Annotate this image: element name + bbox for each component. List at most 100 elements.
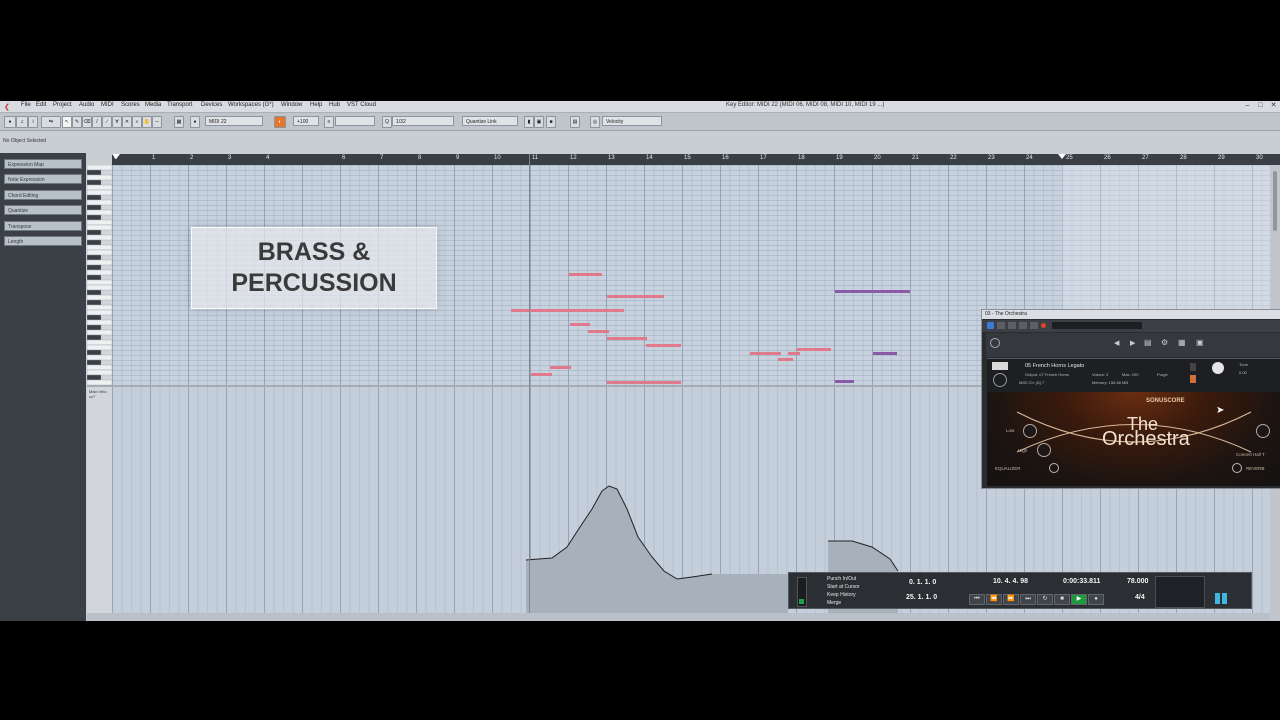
white-key[interactable] [86, 184, 113, 191]
rewind-icon[interactable]: ⏪ [986, 594, 1002, 605]
midi-note[interactable] [569, 273, 602, 276]
left-locator-marker[interactable] [112, 154, 120, 159]
listen-icon[interactable]: ♫ [16, 116, 28, 128]
inspector-chord-editing[interactable]: Chord Editing [4, 190, 82, 200]
go-to-start-icon[interactable]: ⏮ [969, 594, 985, 605]
tune-knob[interactable] [1212, 362, 1224, 374]
close-icon[interactable]: ✕ [1269, 102, 1278, 110]
midi-note[interactable] [511, 309, 624, 312]
line-tool-icon[interactable]: / [92, 116, 102, 128]
inspector-expression-map[interactable]: Expression Map [4, 159, 82, 169]
pointer-tool-icon[interactable]: ↖ [62, 116, 72, 128]
settings-icon[interactable] [1030, 322, 1038, 329]
value-field[interactable]: +100 [293, 116, 319, 126]
punch-in-out[interactable]: Punch In/Out [827, 576, 856, 582]
menu-help[interactable]: Help [310, 102, 322, 108]
black-key[interactable] [86, 229, 102, 236]
black-key[interactable] [86, 194, 102, 201]
equalizer-toggle[interactable] [1049, 463, 1059, 473]
plugin-window-title[interactable]: 03 - The Orchestra [982, 310, 1280, 319]
white-key[interactable] [86, 364, 113, 371]
midi-note[interactable] [588, 330, 609, 333]
black-key[interactable] [86, 349, 102, 356]
preset-field[interactable] [1052, 322, 1142, 329]
maximize-icon[interactable]: □ [1256, 102, 1265, 110]
midi-note[interactable] [797, 348, 831, 351]
menu-edit[interactable]: Edit [36, 102, 46, 108]
white-key[interactable] [86, 344, 113, 351]
instrument-name[interactable]: 05 French Horns Legato [1025, 363, 1084, 369]
white-key[interactable] [86, 319, 113, 326]
white-key[interactable] [86, 249, 113, 256]
white-key[interactable] [86, 219, 113, 226]
save-icon[interactable]: ▤ [1144, 338, 1152, 347]
menu-project[interactable]: Project [53, 102, 72, 108]
solo-icon[interactable]: ● [4, 116, 16, 128]
stop-icon[interactable]: ■ [1054, 594, 1070, 605]
nudge-icon[interactable]: ≡ [324, 116, 334, 128]
autoscroll-icon[interactable]: ⇆ [41, 116, 61, 128]
menu-audio[interactable]: Audio [79, 102, 94, 108]
menu-scores[interactable]: Scores [121, 102, 140, 108]
white-key[interactable] [86, 309, 113, 316]
inspector-transpose[interactable]: Transpose [4, 221, 82, 231]
lock-icon[interactable]: ● [190, 116, 200, 128]
draw-tool-icon[interactable]: ✎ [72, 116, 82, 128]
play-icon[interactable]: ▶ [1071, 594, 1087, 605]
black-key[interactable] [86, 169, 102, 176]
position-bars[interactable]: 10. 4. 4. 98 [993, 578, 1028, 585]
menu-file[interactable]: File [21, 102, 31, 108]
white-key[interactable] [86, 284, 113, 291]
horizontal-scrollbar[interactable] [87, 613, 1270, 621]
length-field[interactable] [335, 116, 375, 126]
erase-tool-icon[interactable]: ⌫ [82, 116, 92, 128]
white-key[interactable] [86, 164, 113, 171]
black-key[interactable] [86, 204, 102, 211]
reverb-toggle[interactable] [1232, 463, 1242, 473]
white-key[interactable] [86, 294, 113, 301]
indicate-transpositions-icon[interactable]: ◎ [590, 116, 600, 128]
midi-note[interactable] [607, 337, 647, 340]
black-key[interactable] [86, 274, 102, 281]
snap-icon[interactable]: ◐ [274, 116, 286, 128]
right-locator[interactable]: 25. 1. 1. 0 [906, 594, 937, 601]
reverb-preset[interactable]: Concert Hall T [1236, 452, 1265, 457]
next-icon[interactable]: ▶ [1130, 339, 1135, 347]
black-key[interactable] [86, 214, 102, 221]
go-to-end-icon[interactable]: ⏭ [1020, 594, 1036, 605]
mute-icon[interactable] [1190, 375, 1196, 383]
position-time[interactable]: 0:00:33.811 [1063, 578, 1100, 585]
midi-note[interactable] [550, 366, 571, 369]
solo-icon[interactable] [1190, 363, 1196, 371]
fast-forward-icon[interactable]: ⏩ [1003, 594, 1019, 605]
timeline-ruler[interactable]: 0 1 2 3 4 6 7 8 9 10 11 12 13 14 15 16 1… [112, 154, 1280, 165]
minimize-icon[interactable]: – [1243, 102, 1252, 110]
tempo[interactable]: 78.000 [1127, 578, 1148, 585]
record-icon[interactable]: ● [1088, 594, 1104, 605]
menu-media[interactable]: Media [145, 102, 161, 108]
black-key[interactable] [86, 374, 102, 381]
menu-window[interactable]: Window [281, 102, 302, 108]
midi-note[interactable] [607, 381, 681, 384]
midi-note[interactable] [607, 295, 664, 298]
midi-note[interactable] [835, 290, 910, 293]
white-key[interactable] [86, 279, 113, 286]
cycle-icon[interactable]: ↻ [1037, 594, 1053, 605]
vertical-scroll-thumb[interactable] [1273, 171, 1277, 231]
info-icon[interactable]: i [28, 116, 38, 128]
midi-input-icon[interactable]: ▣ [534, 116, 544, 128]
midi-note[interactable] [531, 373, 552, 376]
power-icon[interactable] [987, 322, 994, 329]
white-key[interactable] [86, 199, 113, 206]
inspector-length[interactable]: Length [4, 236, 82, 246]
white-key[interactable] [86, 174, 113, 181]
black-key[interactable] [86, 289, 102, 296]
menu-workspaces[interactable]: Workspaces (G*) [228, 102, 274, 108]
white-key[interactable] [86, 329, 113, 336]
white-key[interactable] [86, 339, 113, 346]
white-key[interactable] [86, 224, 113, 231]
purge-label[interactable]: Purge [1157, 372, 1168, 377]
prev-icon[interactable]: ◀ [1114, 339, 1119, 347]
mute-tool-icon[interactable]: ✕ [122, 116, 132, 128]
midi-note[interactable] [835, 380, 854, 383]
